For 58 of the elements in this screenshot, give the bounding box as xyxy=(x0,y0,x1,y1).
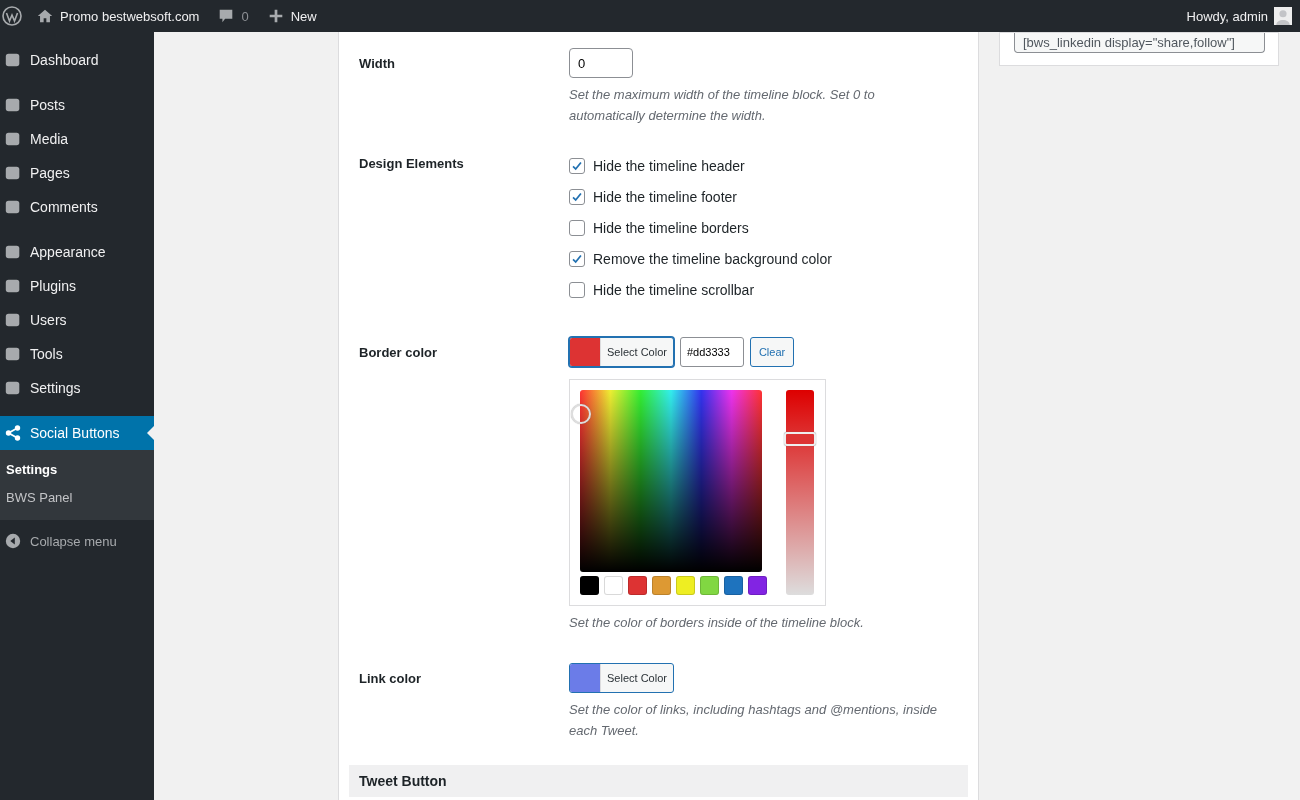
checkbox[interactable] xyxy=(569,189,585,205)
palette-swatch[interactable] xyxy=(580,576,599,595)
color-gradient-square[interactable] xyxy=(580,390,762,572)
menu-item[interactable]: Media xyxy=(0,122,154,156)
slider-handle[interactable] xyxy=(784,432,816,447)
home-icon[interactable] xyxy=(36,7,54,25)
menu-item[interactable]: Pages xyxy=(0,156,154,190)
menu-item[interactable]: Social Buttons xyxy=(0,416,154,450)
menu-item[interactable]: Users xyxy=(0,303,154,337)
checkbox[interactable] xyxy=(569,282,585,298)
checkbox[interactable] xyxy=(569,158,585,174)
palette-swatch[interactable] xyxy=(652,576,671,595)
checkbox-label: Hide the timeline scrollbar xyxy=(593,282,755,298)
menu-item[interactable]: Comments xyxy=(0,190,154,224)
submenu-item[interactable]: BWS Panel xyxy=(0,484,154,512)
width-input[interactable]: 0 xyxy=(569,48,633,78)
field-label: Design Elements xyxy=(358,156,465,173)
palette-swatch[interactable] xyxy=(748,576,767,595)
lightness-slider[interactable] xyxy=(786,390,814,595)
palette-swatch[interactable] xyxy=(628,576,647,595)
palette-swatch[interactable] xyxy=(676,576,695,595)
wordpress-logo-icon[interactable] xyxy=(2,6,22,26)
field-description: Set the maximum width of the timeline block. Set 0 to automatically determine the width. xyxy=(569,86,876,125)
menu-item[interactable]: Settings xyxy=(0,371,154,405)
collapse-icon xyxy=(4,532,22,550)
greeting-link[interactable]: Howdy, admin xyxy=(1186,8,1268,24)
clear-button[interactable]: Clear xyxy=(749,337,795,367)
palette-swatch[interactable] xyxy=(604,576,623,595)
picker-handle[interactable] xyxy=(571,404,591,424)
select-color-button[interactable]: Select Color xyxy=(569,663,674,693)
menu-item[interactable]: Tools xyxy=(0,337,154,371)
hex-input[interactable]: #dd3333 xyxy=(679,337,744,367)
field-description: Set the color of borders inside of the timeline block. xyxy=(569,614,865,632)
field-label: Link color xyxy=(358,670,423,688)
section-heading: Tweet Button xyxy=(349,765,968,797)
collapse-menu-button[interactable]: Collapse menu xyxy=(0,524,154,558)
comment-count: 0 xyxy=(241,8,249,24)
checkbox-label: Hide the timeline borders xyxy=(593,220,749,236)
field-label: Width xyxy=(358,55,396,73)
checkbox-label: Hide the timeline footer xyxy=(593,189,737,205)
new-link[interactable]: New xyxy=(290,8,317,24)
menu-item[interactable]: Appearance xyxy=(0,235,154,269)
site-name-link[interactable]: Promo bestwebsoft.com xyxy=(60,8,200,24)
shortcode-field[interactable]: [bws_linkedin display="share,follow"] xyxy=(1014,33,1265,53)
checkbox[interactable] xyxy=(569,220,585,236)
submenu-item[interactable]: Settings xyxy=(0,456,154,484)
menu-item[interactable]: Plugins xyxy=(0,269,154,303)
menu-item[interactable]: Dashboard xyxy=(0,43,154,77)
palette-swatch[interactable] xyxy=(724,576,743,595)
field-description: Set the color of links, including hashtags and @mentions, inside each Tweet. xyxy=(569,701,939,740)
select-color-button[interactable]: Select Color xyxy=(569,337,674,367)
field-label: Border color xyxy=(358,344,438,362)
share-icon xyxy=(4,424,22,442)
checkbox-label: Remove the timeline background color xyxy=(593,251,832,267)
checkbox[interactable] xyxy=(569,251,585,267)
checkbox-label: Hide the timeline header xyxy=(593,158,745,174)
palette-swatch[interactable] xyxy=(700,576,719,595)
menu-item[interactable]: Posts xyxy=(0,88,154,122)
